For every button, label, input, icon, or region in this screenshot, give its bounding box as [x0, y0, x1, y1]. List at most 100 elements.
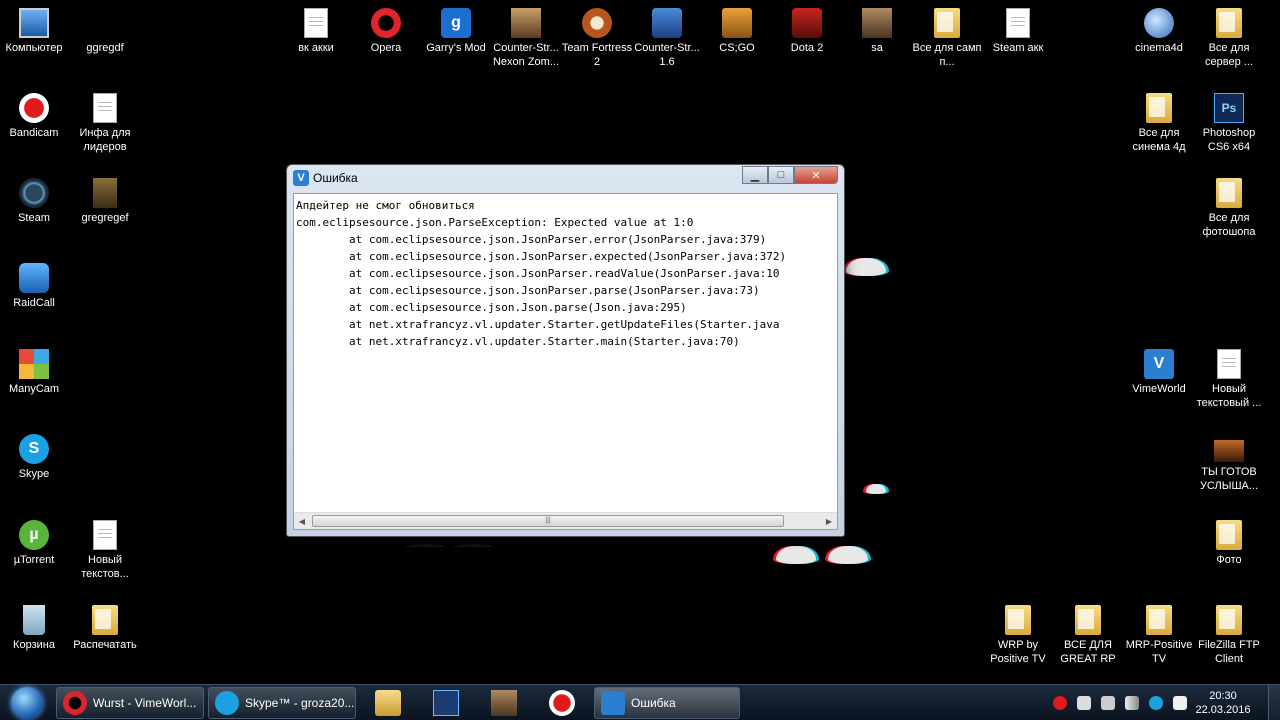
taskbar: Wurst - VimeWorl... Skype™ - groza20... … — [0, 684, 1280, 720]
start-button[interactable] — [2, 686, 52, 720]
desktop-icon-samp-folder[interactable]: Все для самп п... — [911, 8, 983, 69]
error-line: at net.xtrafrancyz.vl.updater.Starter.ma… — [296, 335, 740, 348]
desktop-icon-great-rp-folder[interactable]: ВСЕ ДЛЯ GREAT RP — [1052, 605, 1124, 666]
desktop-icon-cinema-folder[interactable]: Все для синема 4д — [1123, 93, 1195, 154]
cinema4d-icon — [1144, 8, 1174, 38]
desktop-icon-ggregdf[interactable]: ggregdf — [69, 8, 141, 55]
text-file-icon — [304, 8, 328, 38]
desktop-icon-team-fortress[interactable]: Team Fortress 2 — [561, 8, 633, 69]
counter-strike-nexon-icon — [511, 8, 541, 38]
desktop-icon-new-text-2[interactable]: Новый текстов... — [69, 520, 141, 581]
taskbar-button-skype[interactable]: Skype™ - groza20... — [208, 687, 356, 719]
desktop-icon-video[interactable]: ТЫ ГОТОВ УСЛЫША... — [1193, 434, 1265, 493]
taskbar-button-opera[interactable]: Wurst - VimeWorl... — [56, 687, 204, 719]
opera-icon — [63, 691, 87, 715]
show-desktop-button[interactable] — [1268, 685, 1280, 720]
desktop-icon-steam-akk[interactable]: Steam акк — [982, 8, 1054, 55]
error-line: com.eclipsesource.json.ParseException: E… — [296, 216, 694, 229]
photoshop-icon: Ps — [1214, 93, 1244, 123]
clock[interactable]: 20:30 22.03.2016 — [1192, 689, 1254, 717]
image-file-icon — [93, 178, 117, 208]
desktop-icon-cinema4d[interactable]: cinema4d — [1123, 8, 1195, 55]
manycam-icon — [19, 349, 49, 379]
desktop-icon-manycam[interactable]: ManyCam — [0, 349, 70, 396]
desktop-icon-photoshop[interactable]: Ps Photoshop CS6 x64 — [1193, 93, 1265, 154]
folder-icon — [1075, 605, 1101, 635]
error-message-text[interactable]: Апдейтер не смог обновиться com.eclipses… — [294, 194, 837, 514]
maximize-button[interactable]: □ — [768, 166, 794, 184]
error-message-area[interactable]: Апдейтер не смог обновиться com.eclipses… — [293, 193, 838, 530]
network-icon[interactable] — [1101, 696, 1115, 710]
scroll-right-button[interactable]: ▶ — [821, 513, 837, 529]
scroll-left-button[interactable]: ◀ — [294, 513, 310, 529]
wallpaper-face-left — [400, 538, 500, 588]
text-file-icon — [93, 93, 117, 123]
taskbar-pin-explorer[interactable] — [360, 687, 416, 719]
flag-icon[interactable] — [1173, 696, 1187, 710]
app-tray-icon[interactable] — [1149, 696, 1163, 710]
taskbar-pin-gta-sa[interactable] — [476, 687, 532, 719]
window-controls: ▁ □ ✕ — [742, 166, 838, 184]
folder-icon — [1216, 8, 1242, 38]
desktop-icon-opera[interactable]: Opera — [350, 8, 422, 55]
desktop-icon-bandicam[interactable]: Bandicam — [0, 93, 70, 140]
desktop-icon-csgo[interactable]: CS;GO — [701, 8, 773, 55]
utorrent-icon: µ — [19, 520, 49, 550]
signal-icon[interactable] — [1125, 696, 1139, 710]
close-button[interactable]: ✕ — [794, 166, 838, 184]
desktop-icon-print-folder[interactable]: Распечатать — [69, 605, 141, 652]
recycle-bin-icon — [23, 605, 45, 635]
desktop-icon-cs16[interactable]: Counter-Str... 1.6 — [631, 8, 703, 69]
desktop-icon-photo-folder[interactable]: Фото — [1193, 520, 1265, 567]
desktop-icon-skype[interactable]: S Skype — [0, 434, 70, 481]
desktop-icon-server-folder[interactable]: Все для сервер ... — [1193, 8, 1265, 69]
error-line: at com.eclipsesource.json.Json.parse(Jso… — [296, 301, 687, 314]
raidcall-icon — [19, 263, 49, 293]
bandicam-tray-icon[interactable] — [1053, 696, 1067, 710]
desktop-icon-computer[interactable]: Компьютер — [0, 8, 70, 55]
windows-logo-icon — [11, 687, 43, 719]
desktop-icon-mrp-folder[interactable]: MRP-Positive TV — [1123, 605, 1195, 666]
desktop-icon-vimeworld[interactable]: V VimeWorld — [1123, 349, 1195, 396]
desktop-icon-photoshop-folder[interactable]: Все для фотошопа — [1193, 178, 1265, 239]
folder-icon — [1005, 605, 1031, 635]
scrollbar-thumb[interactable]: ||| — [312, 515, 784, 527]
text-file-icon — [1217, 349, 1241, 379]
taskbar-pin-bandicam[interactable] — [534, 687, 590, 719]
desktop-icon-steam[interactable]: Steam — [0, 178, 70, 225]
desktop-icon-sa[interactable]: sa — [841, 8, 913, 55]
wallpaper-face-right — [772, 538, 872, 588]
folder-icon — [1216, 178, 1242, 208]
desktop-icon-garrys-mod[interactable]: g Garry's Mod — [420, 8, 492, 55]
desktop-icon-vk-akki[interactable]: вк акки — [280, 8, 352, 55]
taskbar-pin-photoshop[interactable] — [418, 687, 474, 719]
desktop-icon-raidcall[interactable]: RaidCall — [0, 263, 70, 310]
desktop-icon-info-leaders[interactable]: Инфа для лидеров — [69, 93, 141, 154]
error-line: at com.eclipsesource.json.JsonParser.err… — [296, 233, 767, 246]
desktop-icon-gregregef[interactable]: gregregef — [69, 178, 141, 225]
desktop-icon-recycle-bin[interactable]: Корзина — [0, 605, 70, 652]
vimeworld-icon: V — [1144, 349, 1174, 379]
taskbar-button-error[interactable]: Ошибка — [594, 687, 740, 719]
error-line: at com.eclipsesource.json.JsonParser.rea… — [296, 267, 780, 280]
error-window[interactable]: V Ошибка ▁ □ ✕ Апдейтер не смог обновить… — [286, 164, 845, 537]
desktop-icon-cs-nexon[interactable]: Counter-Str... Nexon Zom... — [490, 8, 562, 69]
desktop-icon-wrp-folder[interactable]: WRP by Positive TV — [982, 605, 1054, 666]
error-line: at com.eclipsesource.json.JsonParser.exp… — [296, 250, 787, 263]
minimize-button[interactable]: ▁ — [742, 166, 768, 184]
horizontal-scrollbar[interactable]: ◀ ||| ▶ — [294, 512, 837, 529]
steam-icon — [19, 178, 49, 208]
text-file-icon — [1006, 8, 1030, 38]
desktop-icon-filezilla-folder[interactable]: FileZilla FTP Client — [1193, 605, 1265, 666]
explorer-icon — [375, 690, 401, 716]
desktop-icon-new-text[interactable]: Новый текстовый ... — [1193, 349, 1265, 410]
opera-icon — [371, 8, 401, 38]
desktop-icon-dota2[interactable]: Dota 2 — [771, 8, 843, 55]
gta-sa-icon — [862, 8, 892, 38]
error-window-titlebar[interactable]: V Ошибка ▁ □ ✕ — [287, 165, 844, 191]
volume-icon[interactable] — [1077, 696, 1091, 710]
desktop-icon-utorrent[interactable]: µ µTorrent — [0, 520, 70, 567]
taskbar-button-label: Wurst - VimeWorl... — [93, 696, 197, 710]
bandicam-icon — [549, 690, 575, 716]
team-fortress-icon — [582, 8, 612, 38]
